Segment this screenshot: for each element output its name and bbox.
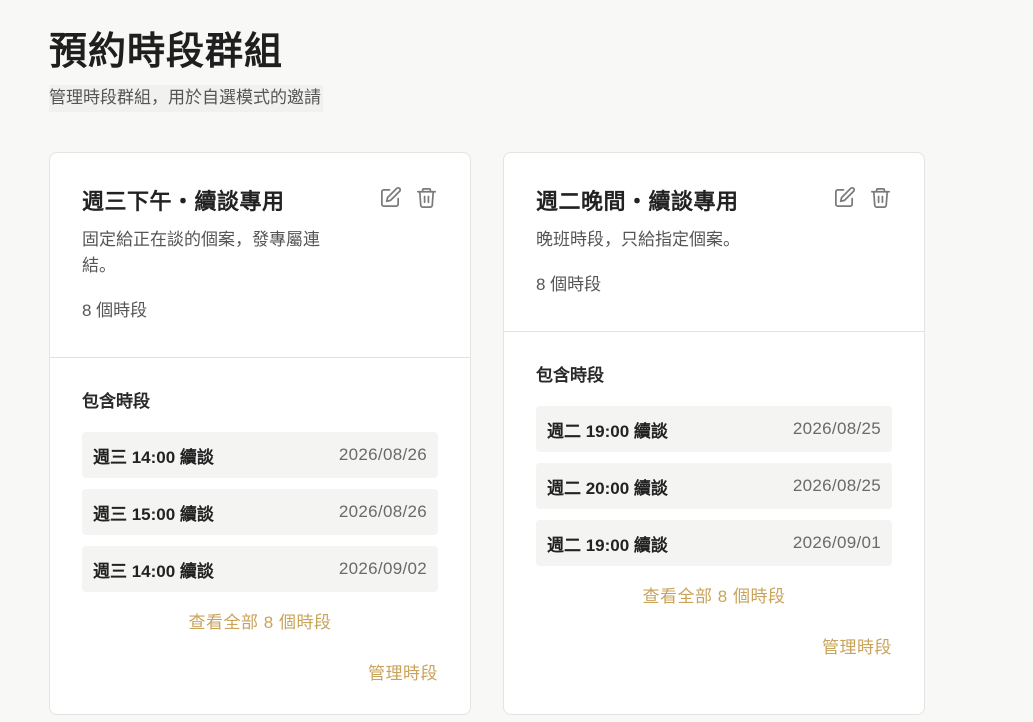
manage-slots-link[interactable]: 管理時段 — [82, 659, 438, 684]
group-description: 晚班時段，只給指定個案。 — [536, 230, 740, 249]
edit-icon[interactable] — [832, 185, 856, 209]
slot-name: 週三 14:00 續談 — [93, 447, 214, 467]
card-header: 週二晚間・續談專用 晚班時段，只給指定個案。 8 個時段 — [504, 153, 924, 331]
card-actions — [378, 185, 438, 209]
card-actions — [832, 185, 892, 209]
slot-name: 週二 19:00 續談 — [547, 421, 668, 441]
card-header: 週三下午・續談專用 固定給正在談的個案，發專屬連結。 8 個時段 — [50, 153, 470, 357]
group-card: 週二晚間・續談專用 晚班時段，只給指定個案。 8 個時段 包含時段 週二 19:… — [503, 152, 925, 715]
trash-icon[interactable] — [868, 185, 892, 209]
page-title: 預約時段群組 — [49, 31, 284, 73]
slot-row[interactable]: 週三 14:00 續談 2026/09/02 — [82, 546, 438, 592]
slot-name: 週三 15:00 續談 — [93, 504, 214, 524]
slot-row[interactable]: 週二 20:00 續談 2026/08/25 — [536, 463, 892, 509]
slot-row[interactable]: 週三 15:00 續談 2026/08/26 — [82, 489, 438, 535]
slot-date: 2026/08/26 — [338, 445, 427, 464]
group-card: 週三下午・續談專用 固定給正在談的個案，發專屬連結。 8 個時段 包含時段 週三… — [49, 152, 471, 715]
slot-name: 週二 20:00 續談 — [547, 478, 668, 498]
slot-date: 2026/09/01 — [792, 533, 881, 552]
section-label: 包含時段 — [536, 366, 604, 385]
slot-name: 週三 14:00 續談 — [93, 561, 214, 581]
card-body: 包含時段 週三 14:00 續談 2026/08/26 週三 15:00 續談 … — [50, 358, 470, 684]
slot-count: 8 個時段 — [82, 301, 148, 320]
view-all-slots-link[interactable]: 查看全部 8 個時段 — [536, 582, 892, 607]
view-all-slots-link[interactable]: 查看全部 8 個時段 — [82, 608, 438, 633]
group-description: 固定給正在談的個案，發專屬連結。 — [82, 230, 320, 275]
trash-icon[interactable] — [414, 185, 438, 209]
slot-date: 2026/08/25 — [792, 419, 881, 438]
slot-row[interactable]: 週二 19:00 續談 2026/09/01 — [536, 520, 892, 566]
slot-date: 2026/08/25 — [792, 476, 881, 495]
section-label: 包含時段 — [82, 392, 150, 411]
edit-icon[interactable] — [378, 185, 402, 209]
slot-date: 2026/08/26 — [338, 502, 427, 521]
card-body: 包含時段 週二 19:00 續談 2026/08/25 週二 20:00 續談 … — [504, 332, 924, 658]
manage-slots-link[interactable]: 管理時段 — [536, 633, 892, 658]
slot-row[interactable]: 週二 19:00 續談 2026/08/25 — [536, 406, 892, 452]
page: 預約時段群組 管理時段群組，用於自選模式的邀請 週三下午・續談專用 固定給正在談… — [0, 0, 1033, 722]
page-subtitle: 管理時段群組，用於自選模式的邀請 — [49, 85, 323, 112]
slot-row[interactable]: 週三 14:00 續談 2026/08/26 — [82, 432, 438, 478]
slot-date: 2026/09/02 — [338, 559, 427, 578]
slot-name: 週二 19:00 續談 — [547, 535, 668, 555]
slot-count: 8 個時段 — [536, 275, 602, 294]
